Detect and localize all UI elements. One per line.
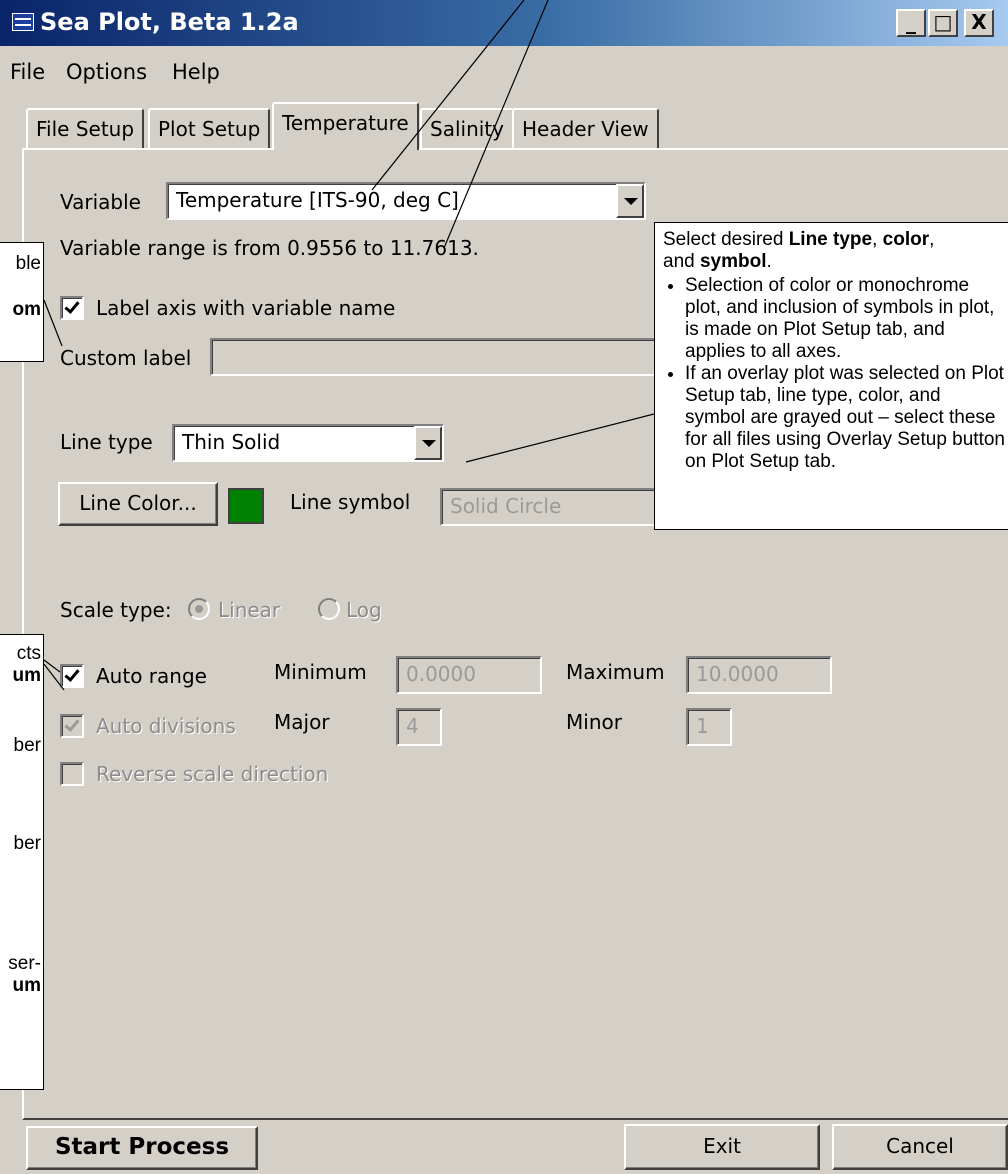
variable-dropdown[interactable]: Temperature [ITS-90, deg C]	[166, 182, 646, 220]
minimum-label: Minimum	[274, 660, 367, 684]
callout-intro-text-5: .	[766, 251, 772, 272]
callout-intro-text-3: ,	[929, 229, 935, 250]
scale-log-label: Log	[346, 598, 382, 622]
line-type-label: Line type	[60, 430, 153, 454]
callout-intro-bold-3: symbol	[699, 251, 767, 272]
maximum-label: Maximum	[566, 660, 665, 684]
close-button[interactable]: X	[964, 9, 994, 37]
cancel-button[interactable]: Cancel	[832, 1124, 1008, 1170]
menu-bar: File Options Help	[0, 52, 1008, 92]
tab-header-view[interactable]: Header View	[512, 108, 659, 148]
left-callout-text: ser-	[8, 953, 41, 974]
left-callout-text: ble	[15, 253, 41, 274]
reverse-scale-label: Reverse scale direction	[96, 762, 329, 786]
radio-dot	[195, 605, 203, 613]
left-callout-text: cts	[16, 643, 41, 664]
auto-divisions-checkbox[interactable]	[60, 714, 84, 738]
menu-help[interactable]: Help	[172, 60, 220, 84]
exit-button[interactable]: Exit	[624, 1124, 820, 1170]
label-axis-label: Label axis with variable name	[96, 296, 396, 320]
left-callout-text: om	[12, 299, 42, 320]
scale-linear-radio[interactable]	[188, 598, 210, 620]
auto-divisions-label: Auto divisions	[96, 714, 236, 738]
tab-plot-setup[interactable]: Plot Setup	[148, 108, 271, 148]
line-symbol-label: Line symbol	[290, 490, 411, 514]
line-type-dropdown[interactable]: Thin Solid	[172, 424, 444, 462]
checkmark-icon	[64, 716, 80, 732]
minimize-button[interactable]: _	[896, 9, 926, 37]
chevron-down-icon[interactable]	[414, 426, 442, 460]
checkmark-icon	[64, 666, 80, 682]
title-bar[interactable]: Sea Plot, Beta 1.2a _ □ X	[0, 0, 1008, 46]
line-color-swatch	[228, 488, 264, 524]
menu-options[interactable]: Options	[66, 60, 147, 84]
major-label: Major	[274, 710, 330, 734]
variable-dropdown-value: Temperature [ITS-90, deg C]	[176, 188, 459, 212]
tab-temperature[interactable]: Temperature	[272, 102, 419, 150]
left-callout-text: ber	[13, 735, 41, 756]
custom-label-field[interactable]	[210, 338, 690, 376]
reverse-scale-checkbox[interactable]	[60, 762, 84, 786]
callout-intro-text-2: ,	[872, 229, 883, 250]
start-process-button[interactable]: Start Process	[26, 1126, 258, 1170]
menu-file[interactable]: File	[10, 60, 45, 84]
scale-type-label: Scale type:	[60, 598, 172, 622]
callout-intro: Select desired Line type, color, and sym…	[663, 229, 1005, 273]
app-icon	[12, 13, 34, 31]
major-field[interactable]: 4	[396, 708, 442, 746]
label-axis-checkbox[interactable]	[60, 296, 84, 320]
line-settings-callout: Select desired Line type, color, and sym…	[654, 222, 1008, 530]
maximum-field[interactable]: 10.0000	[686, 656, 832, 694]
callout-bullet: If an overlay plot was selected on Plot …	[685, 363, 1005, 473]
tab-file-setup[interactable]: File Setup	[26, 108, 145, 148]
left-callout-bottom: cts um ber ber ser- um	[0, 634, 44, 1090]
left-callout-top: ble om	[0, 242, 44, 362]
window-title: Sea Plot, Beta 1.2a	[40, 8, 299, 36]
chevron-down-icon[interactable]	[616, 184, 644, 218]
line-color-button[interactable]: Line Color...	[58, 482, 218, 526]
variable-label: Variable	[60, 190, 141, 214]
callout-intro-bold-1: Line type	[788, 229, 873, 250]
left-callout-text: um	[12, 665, 42, 686]
line-type-value: Thin Solid	[182, 430, 281, 454]
line-symbol-dropdown[interactable]: Solid Circle	[440, 488, 670, 526]
left-callout-text: um	[12, 975, 42, 996]
swatch-fill	[230, 490, 262, 522]
callout-intro-text-1: Select desired	[663, 229, 789, 250]
checkmark-icon	[64, 298, 80, 314]
variable-range-text: Variable range is from 0.9556 to 11.7613…	[60, 236, 479, 260]
maximize-button[interactable]: □	[928, 9, 958, 37]
callout-intro-bold-2: color	[882, 229, 930, 250]
minimum-field[interactable]: 0.0000	[396, 656, 542, 694]
scale-linear-label: Linear	[218, 598, 281, 622]
tab-salinity[interactable]: Salinity	[420, 108, 514, 148]
minor-field[interactable]: 1	[686, 708, 732, 746]
callout-intro-text-4: and	[663, 251, 700, 272]
callout-bullet: Selection of color or monochrome plot, a…	[685, 275, 1005, 363]
scale-log-radio[interactable]	[318, 598, 340, 620]
sea-plot-window: Sea Plot, Beta 1.2a _ □ X File Options H…	[0, 0, 1008, 1174]
auto-range-label: Auto range	[96, 664, 207, 688]
auto-range-checkbox[interactable]	[60, 664, 84, 688]
minor-label: Minor	[566, 710, 622, 734]
custom-label-label: Custom label	[60, 346, 192, 370]
callout-bullet-list: Selection of color or monochrome plot, a…	[663, 275, 1005, 473]
left-callout-text: ber	[13, 833, 41, 854]
